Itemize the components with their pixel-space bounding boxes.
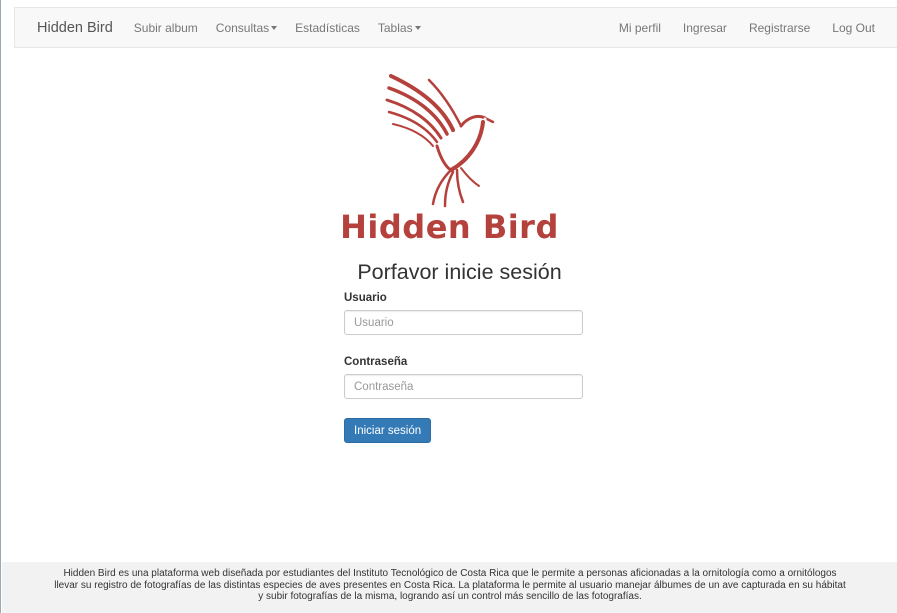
bird-icon [385,74,495,208]
footer-line-2: llevar su registro de fotografías de las… [54,579,846,591]
nav-estadisticas[interactable]: Estadísticas [286,21,369,35]
iniciar-sesion-button[interactable]: Iniciar sesión [344,418,432,443]
caret-down-icon [414,25,421,30]
navbar-brand[interactable]: Hidden Bird [37,20,113,36]
footer-line-1: Hidden Bird es una plataforma web diseña… [63,568,837,579]
nav-ingresar-label: Ingresar [682,20,727,35]
login-form: Usuario Contraseña Iniciar sesión [344,292,584,443]
login-heading: Porfavor inicie sesión [357,260,562,284]
password-label: Contraseña [344,356,408,368]
username-label: Usuario [344,292,387,304]
nav-registrarse[interactable]: Registrarse [738,21,821,35]
password-group: Contraseña [344,356,584,399]
logo-title: Hidden Bird [340,208,559,246]
nav-tablas-label: Tablas [377,20,413,35]
password-input[interactable] [344,374,583,399]
nav-estadisticas-label: Estadísticas [295,20,360,35]
footer: Hidden Bird es una plataforma web diseña… [2,562,897,613]
nav-registrarse-label: Registrarse [748,20,811,35]
nav-tablas-dropdown[interactable]: Tablas [369,21,430,35]
nav-mi-perfil[interactable]: Mi perfil [608,21,672,35]
page: Hidden Bird Subir album Consultas Estadí… [0,0,897,613]
nav-subir-album-label: Subir album [133,20,198,35]
nav-consultas-dropdown[interactable]: Consultas [207,21,286,35]
footer-line-3: y subir fotografías de la misma, logrand… [258,591,642,602]
nav-ingresar[interactable]: Ingresar [672,21,738,35]
nav-mi-perfil-label: Mi perfil [618,20,661,35]
nav-subir-album[interactable]: Subir album [125,21,207,35]
nav-log-out-label: Log Out [832,20,875,35]
username-input[interactable] [344,310,583,335]
nav-consultas-label: Consultas [215,20,270,35]
navbar: Hidden Bird Subir album Consultas Estadí… [14,7,897,48]
caret-down-icon [271,25,278,30]
navbar-right: Mi perfil Ingresar Registrarse Log Out [608,21,886,35]
nav-log-out[interactable]: Log Out [821,21,886,35]
